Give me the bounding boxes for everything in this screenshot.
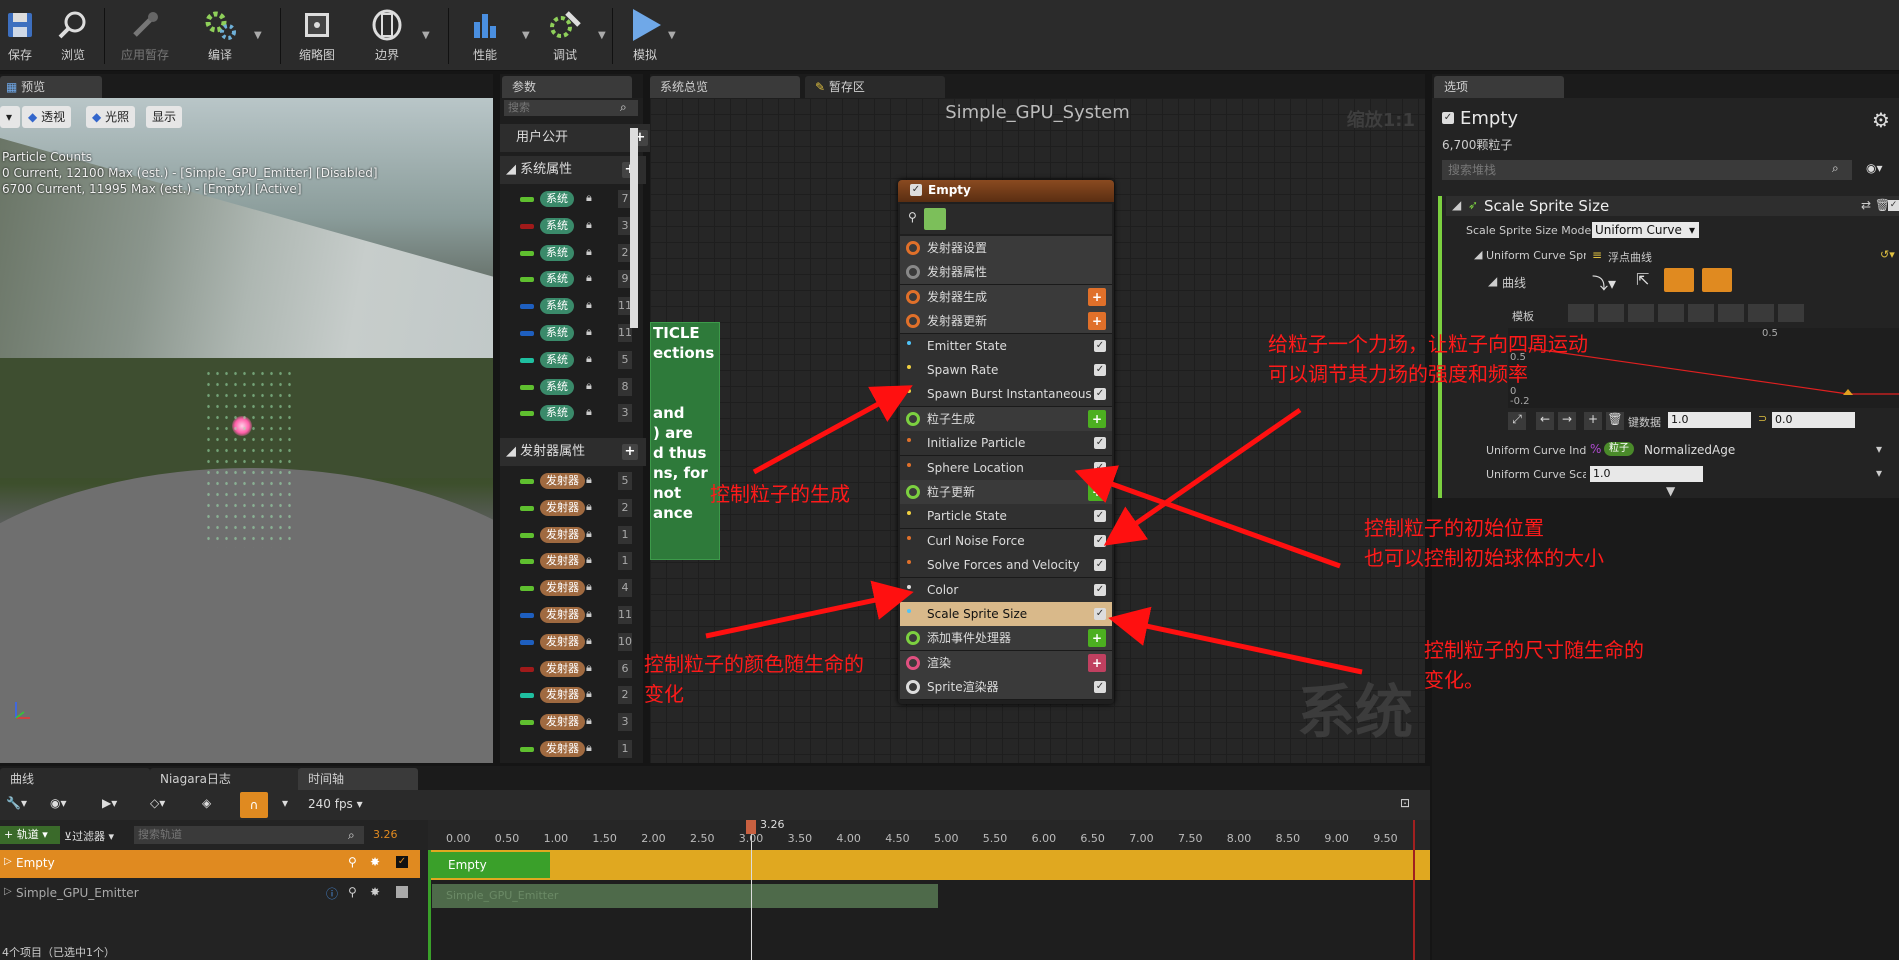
annotation-color-line1: 控制粒子的颜色随生命的 <box>644 652 864 676</box>
annotation-force-line2: 可以调节其力场的强度和频率 <box>1268 362 1528 386</box>
annotation-init-line2: 也可以控制初始球体的大小 <box>1364 546 1604 570</box>
arrow-spawn <box>752 385 913 475</box>
annotation-color-line2: 变化 <box>644 682 684 706</box>
annotation-arrows <box>705 385 1363 675</box>
arrow-initial-position <box>1074 465 1341 569</box>
annotation-init-line1: 控制粒子的初始位置 <box>1364 516 1544 540</box>
annotation-spawn: 控制粒子的生成 <box>710 482 850 506</box>
arrow-size <box>1108 606 1363 675</box>
arrow-color <box>705 580 914 639</box>
annotation-size-line1: 控制粒子的尺寸随生命的 <box>1424 638 1644 662</box>
annotation-size-line2: 变化。 <box>1424 668 1484 692</box>
annotation-force-line1: 给粒子一个力场，让粒子向四周运动 <box>1268 332 1588 356</box>
